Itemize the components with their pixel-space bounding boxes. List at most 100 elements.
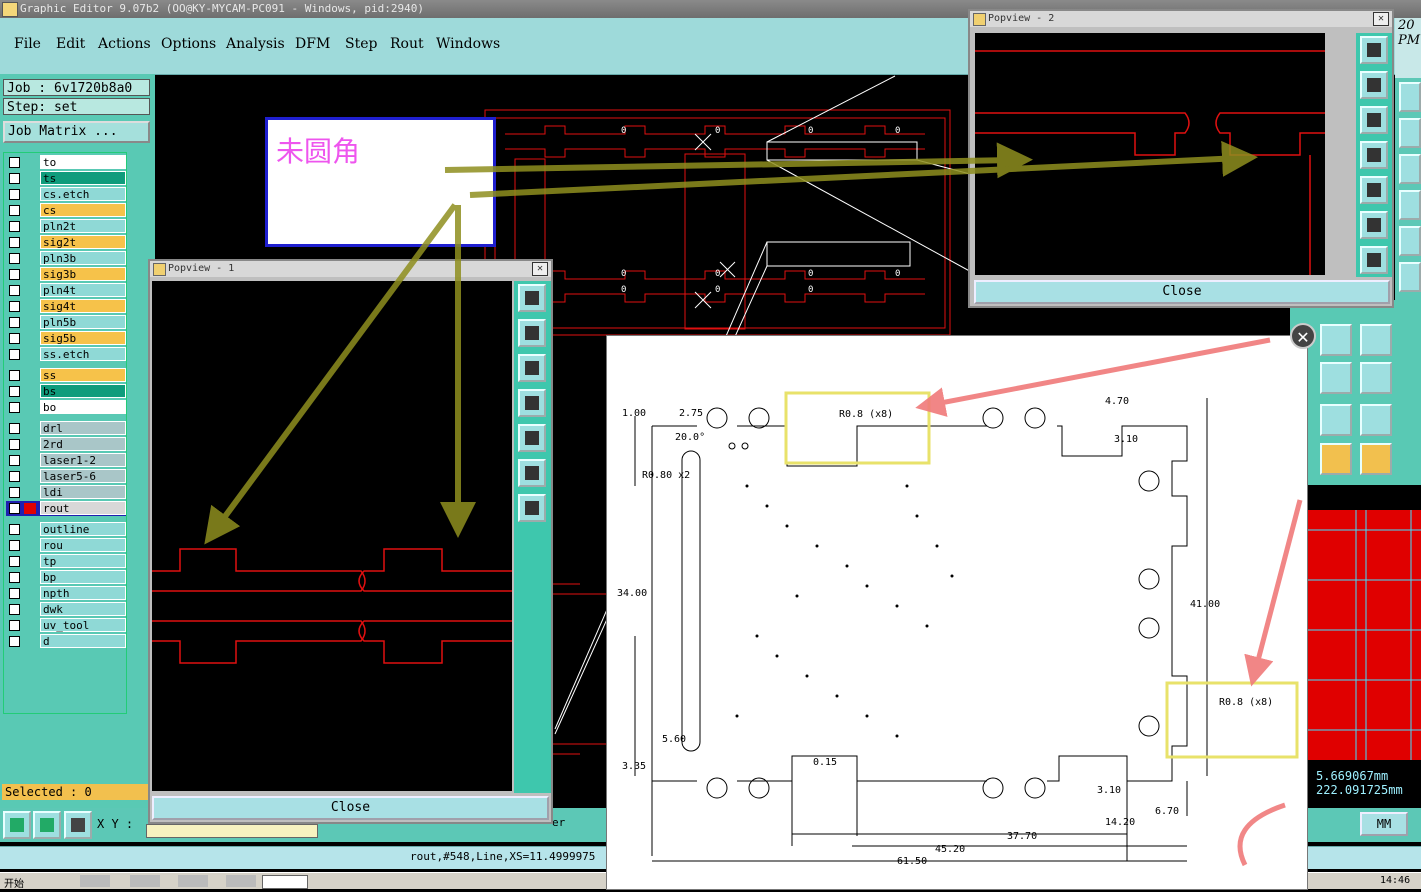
- popview-2-close-button[interactable]: Close: [974, 280, 1390, 304]
- task-item[interactable]: [226, 875, 256, 887]
- menu-edit[interactable]: Edit: [56, 36, 85, 52]
- grid-icon[interactable]: [64, 811, 92, 839]
- layer-name[interactable]: bo: [40, 400, 126, 414]
- layer-checkbox[interactable]: [9, 189, 20, 200]
- layer-row[interactable]: pln5b: [6, 315, 126, 330]
- line-tool-icon[interactable]: [1320, 362, 1352, 394]
- popview-2-canvas[interactable]: [975, 33, 1325, 275]
- side-tool-button[interactable]: [1399, 82, 1421, 112]
- layer-checkbox[interactable]: [9, 205, 20, 216]
- zoom-home-icon[interactable]: [518, 284, 546, 312]
- layer-checkbox[interactable]: [9, 524, 20, 535]
- layer-row[interactable]: laser1-2: [6, 453, 126, 468]
- layer-row[interactable]: ss: [6, 368, 126, 383]
- side-tool-button[interactable]: [1399, 118, 1421, 148]
- layer-name[interactable]: ts: [40, 171, 126, 185]
- layer-row[interactable]: d: [6, 634, 126, 649]
- layer-row[interactable]: sig2t: [6, 235, 126, 250]
- layer-row[interactable]: ts: [6, 171, 126, 186]
- layer-name[interactable]: cs.etch: [40, 187, 126, 201]
- layer-checkbox[interactable]: [9, 370, 20, 381]
- layer-name[interactable]: cs: [40, 203, 126, 217]
- pan-left-icon[interactable]: [518, 389, 546, 417]
- task-item[interactable]: [178, 875, 208, 887]
- layer-checkbox[interactable]: [9, 402, 20, 413]
- layer-checkbox[interactable]: [9, 604, 20, 615]
- layer-name[interactable]: sig4t: [40, 299, 126, 313]
- close-icon[interactable]: ✕: [532, 262, 548, 276]
- layer-row[interactable]: sig3b: [6, 267, 126, 282]
- menu-analysis[interactable]: Analysis: [226, 36, 285, 52]
- task-item-active[interactable]: [262, 875, 308, 889]
- zoom-in-icon[interactable]: [1360, 211, 1388, 239]
- pan-down-icon[interactable]: [1360, 106, 1388, 134]
- pan-up-icon[interactable]: [1360, 71, 1388, 99]
- close-icon[interactable]: ✕: [1290, 323, 1316, 349]
- layer-name[interactable]: drl: [40, 421, 126, 435]
- popview-1-close-button[interactable]: Close: [152, 796, 549, 820]
- layer-checkbox[interactable]: [9, 253, 20, 264]
- task-item[interactable]: [80, 875, 110, 887]
- layer-row[interactable]: outline: [6, 522, 126, 537]
- zoom-home-icon[interactable]: [1360, 36, 1388, 64]
- layer-name[interactable]: ss.etch: [40, 347, 126, 361]
- layer-checkbox[interactable]: [9, 439, 20, 450]
- layer-checkbox[interactable]: [9, 423, 20, 434]
- zoom-out-icon[interactable]: [1360, 246, 1388, 274]
- measure-icon[interactable]: [33, 811, 61, 839]
- layer-name[interactable]: rout: [40, 501, 126, 515]
- layer-name[interactable]: ss: [40, 368, 126, 382]
- dimension-icon[interactable]: [1360, 362, 1392, 394]
- pan-down-icon[interactable]: [518, 354, 546, 382]
- layer-row[interactable]: bs: [6, 384, 126, 399]
- layer-row[interactable]: rout: [6, 501, 126, 516]
- menu-options[interactable]: Options: [161, 36, 216, 52]
- menu-windows[interactable]: Windows: [436, 36, 500, 52]
- layer-name[interactable]: bp: [40, 570, 126, 584]
- menu-step[interactable]: Step: [345, 36, 377, 52]
- job-matrix-button[interactable]: Job Matrix ...: [3, 121, 150, 143]
- layer-row[interactable]: npth: [6, 586, 126, 601]
- xy-field[interactable]: [146, 824, 318, 838]
- pan-right-icon[interactable]: [1360, 176, 1388, 204]
- layer-row[interactable]: cs.etch: [6, 187, 126, 202]
- layer-row[interactable]: dwk: [6, 602, 126, 617]
- layer-checkbox[interactable]: [9, 540, 20, 551]
- triangle-tool-2-icon[interactable]: [1360, 404, 1392, 436]
- layer-checkbox[interactable]: [9, 572, 20, 583]
- zoom-fit-icon[interactable]: [3, 811, 31, 839]
- rotate-icon[interactable]: [1360, 324, 1392, 356]
- layer-name[interactable]: rou: [40, 538, 126, 552]
- layer-name[interactable]: pln2t: [40, 219, 126, 233]
- layer-row[interactable]: pln4t: [6, 283, 126, 298]
- menu-dfm[interactable]: DFM: [295, 36, 330, 52]
- layer-name[interactable]: d: [40, 634, 126, 648]
- layer-row[interactable]: uv_tool: [6, 618, 126, 633]
- layer-checkbox[interactable]: [9, 487, 20, 498]
- layer-name[interactable]: dwk: [40, 602, 126, 616]
- layer-name[interactable]: outline: [40, 522, 126, 536]
- menu-actions[interactable]: Actions: [98, 36, 151, 52]
- zoom-out-icon[interactable]: [518, 494, 546, 522]
- layer-checkbox[interactable]: [9, 620, 20, 631]
- layer-checkbox[interactable]: [9, 471, 20, 482]
- layer-name[interactable]: npth: [40, 586, 126, 600]
- layer-name[interactable]: ldi: [40, 485, 126, 499]
- layer-row[interactable]: sig4t: [6, 299, 126, 314]
- task-item[interactable]: [130, 875, 160, 887]
- layer-name[interactable]: laser1-2: [40, 453, 126, 467]
- layer-checkbox[interactable]: [9, 556, 20, 567]
- draw-line-icon[interactable]: [1320, 324, 1352, 356]
- select-tool-2-icon[interactable]: [1360, 443, 1392, 475]
- zoom-in-icon[interactable]: [518, 459, 546, 487]
- side-tool-button[interactable]: [1399, 154, 1421, 184]
- layer-row[interactable]: pln2t: [6, 219, 126, 234]
- layer-name[interactable]: sig3b: [40, 267, 126, 281]
- layer-checkbox[interactable]: [9, 588, 20, 599]
- layer-row[interactable]: ldi: [6, 485, 126, 500]
- menu-file[interactable]: File: [14, 36, 41, 52]
- layer-row[interactable]: ss.etch: [6, 347, 126, 362]
- layer-checkbox[interactable]: [9, 386, 20, 397]
- menu-rout[interactable]: Rout: [390, 36, 424, 52]
- layer-row[interactable]: pln3b: [6, 251, 126, 266]
